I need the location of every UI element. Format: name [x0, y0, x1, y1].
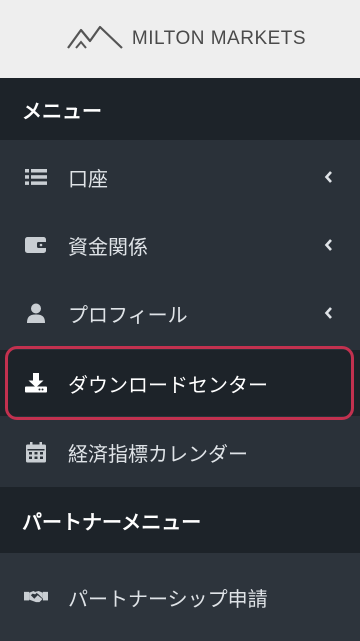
menu-item-account[interactable]: 口座: [0, 144, 360, 210]
menu-item-partnership-application[interactable]: パートナーシップ申請: [0, 553, 360, 641]
list-icon: [24, 165, 48, 189]
handshake-icon: [24, 585, 48, 609]
menu-item-label: 経済指標カレンダー: [68, 441, 248, 466]
calendar-icon: [24, 440, 48, 464]
menu-item-label: 口座: [68, 166, 108, 191]
wallet-icon: [24, 233, 48, 257]
menu-item-label: プロフィール: [68, 302, 188, 327]
menu-item-label: パートナーシップ申請: [68, 586, 268, 611]
menu-section-title: メニュー: [22, 98, 102, 123]
menu-item-economic-calendar[interactable]: 経済指標カレンダー: [0, 419, 360, 485]
chevron-left-icon[interactable]: [322, 170, 336, 184]
chevron-left-icon[interactable]: [322, 306, 336, 320]
menu-item-label: ダウンロードセンター: [68, 372, 268, 397]
partner-section-header: パートナーメニュー: [0, 487, 360, 553]
download-icon: [24, 371, 48, 395]
brand-logo[interactable]: MILTON MARKETS: [66, 24, 306, 54]
menu-section-header: メニュー: [0, 78, 360, 140]
menu-item-profile[interactable]: プロフィール: [0, 280, 360, 346]
partner-section-title: パートナーメニュー: [22, 509, 202, 534]
user-icon: [24, 301, 48, 325]
brand-name: MILTON MARKETS: [131, 28, 307, 49]
mountain-logo-icon: [66, 24, 124, 54]
logo-bar[interactable]: MILTON MARKETS: [0, 0, 360, 78]
mobile-menu: MILTON MARKETS メニュー 口座 資金関係 プロフィール ダウンロー…: [0, 0, 360, 641]
chevron-left-icon[interactable]: [322, 238, 336, 252]
menu-item-funds[interactable]: 資金関係: [0, 212, 360, 278]
menu-item-download-center[interactable]: ダウンロードセンター: [0, 350, 360, 416]
menu-item-label: 資金関係: [68, 234, 148, 259]
